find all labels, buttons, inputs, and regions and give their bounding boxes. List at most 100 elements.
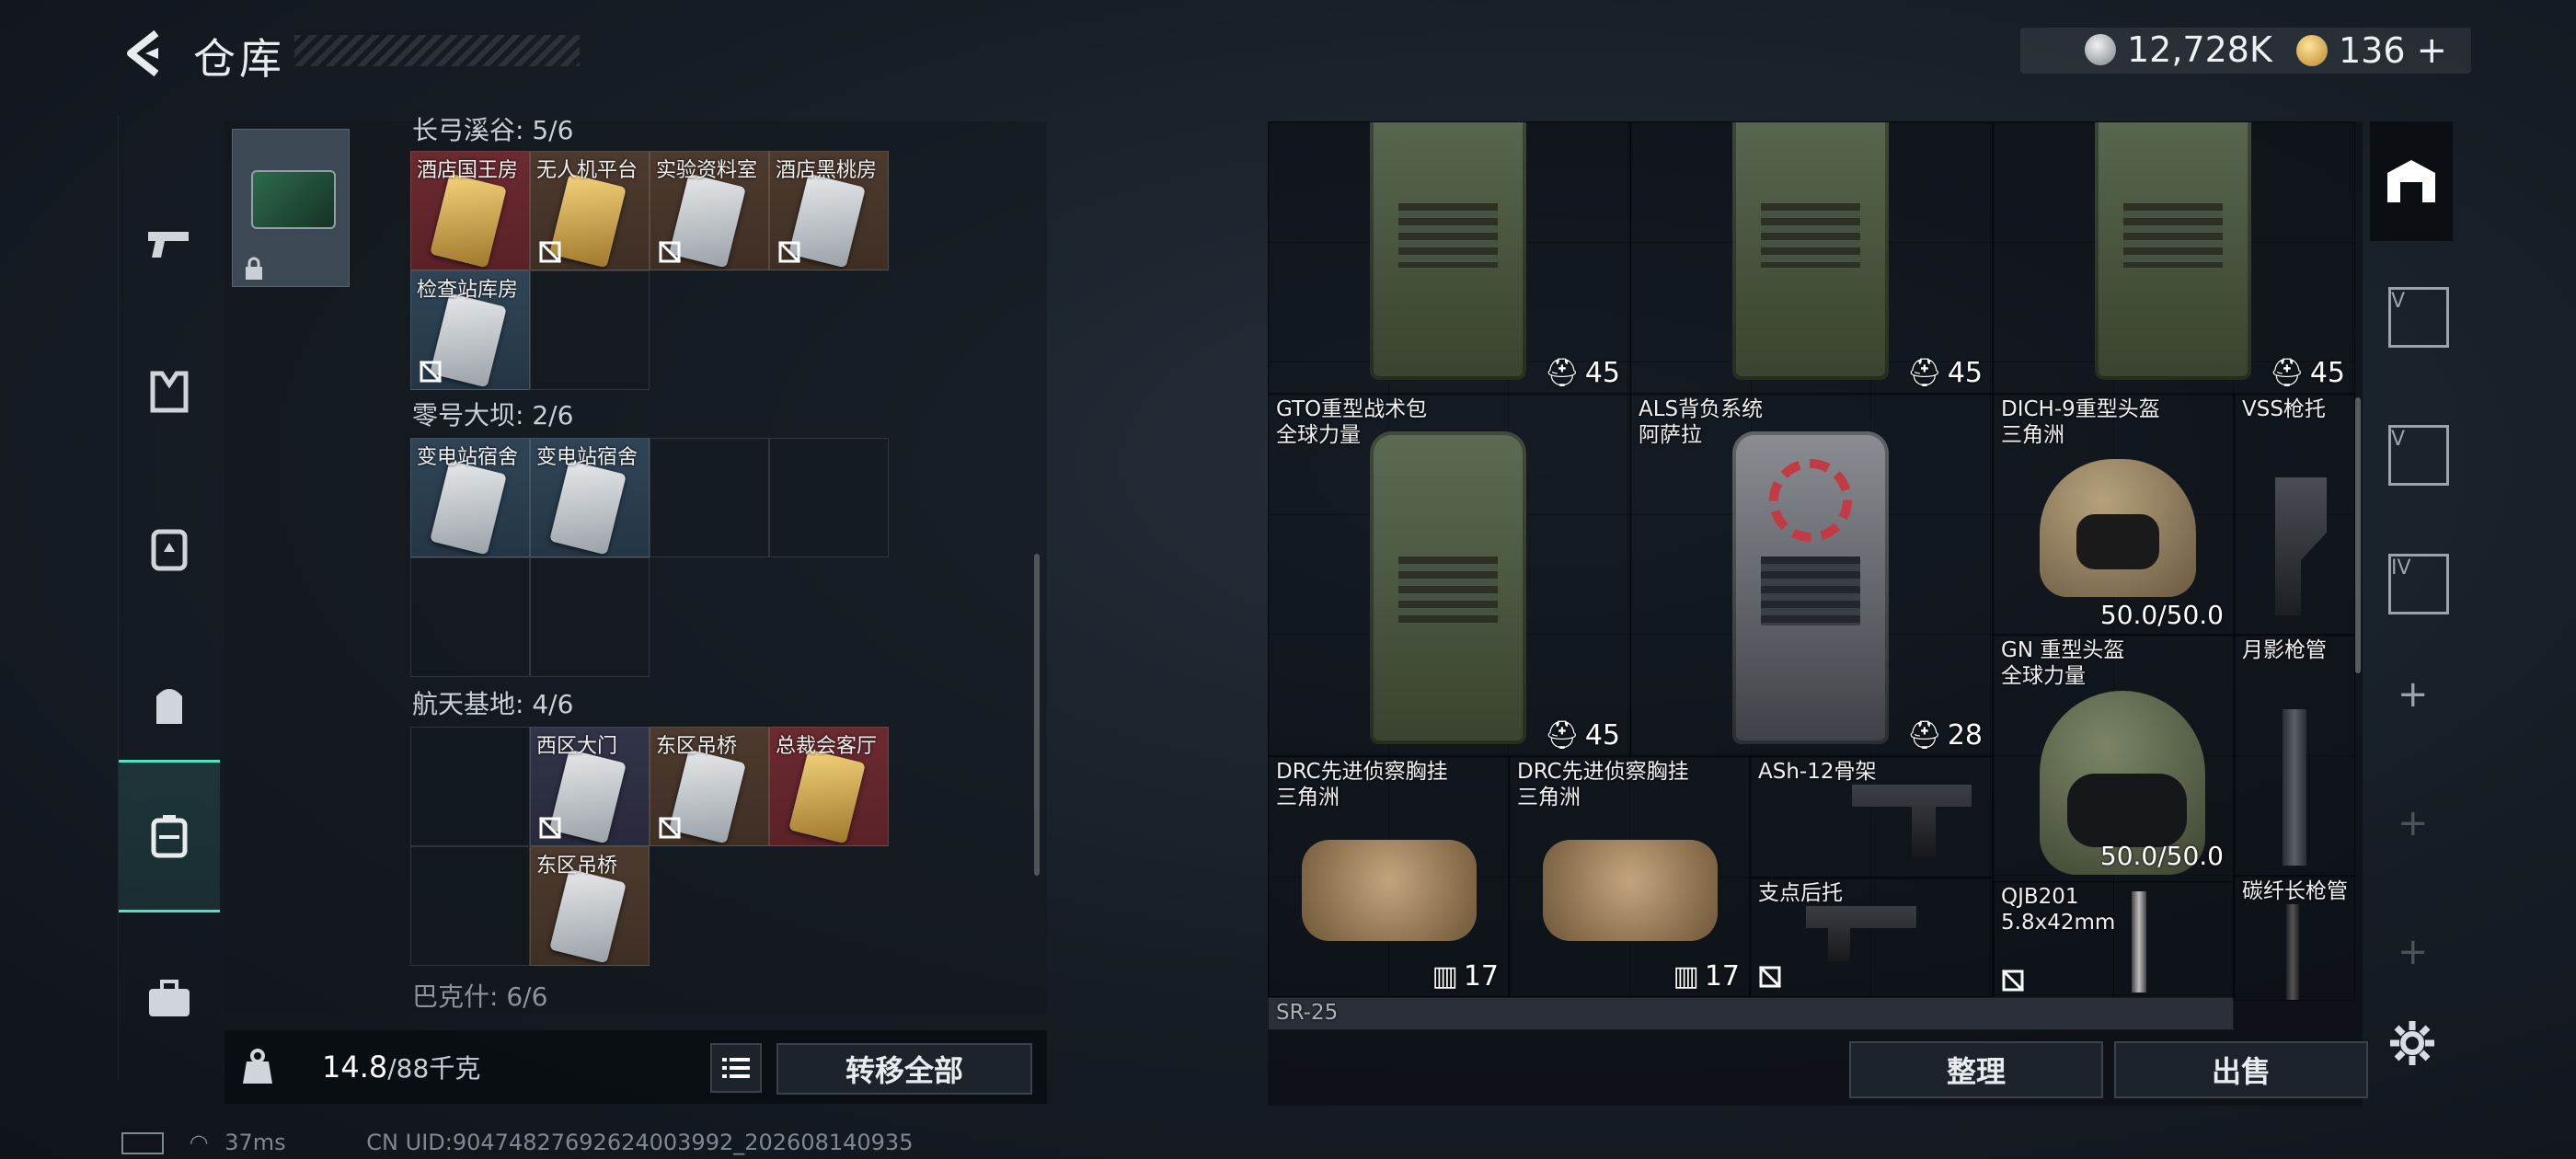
helmet-image [2040,459,2196,597]
sidebar-item-weapons[interactable] [119,171,220,318]
no-backpack-icon [538,240,562,264]
item-backpack[interactable]: ⛑ 45 [1630,121,1993,394]
vest-capacity-icon: ▥ [1673,960,1699,993]
gold-amount: 136 [2339,30,2406,71]
item-backpack[interactable]: ⛑ 45 [1268,121,1630,394]
item-count: ⛑ 45 [1906,357,1983,389]
settings-gear-icon[interactable] [2388,1019,2436,1067]
key-slot[interactable]: 东区吊桥 [530,846,650,966]
add-gold-button[interactable]: + [2417,29,2448,72]
status-bar: ◠ 37ms CN UID:904748276926240039​92_2026… [121,1130,913,1155]
warehouse-icon [2387,160,2435,202]
keycard-container[interactable] [232,129,350,287]
empty-slot[interactable] [530,557,650,677]
sort-button[interactable]: 整理 [1849,1041,2103,1098]
item-carbon-barrel[interactable]: 碳纤长枪管 [2234,876,2355,1001]
item-name: DICH-9重型头盔 三角洲 [2001,397,2160,447]
capacity-icon: ⛑ [1544,719,1580,752]
key-slot[interactable]: 实验资料室 [650,151,769,270]
storage-case-icon [151,815,188,858]
tier-v-icon: V [2391,428,2406,451]
key-slot[interactable]: 酒店国王房 [410,151,530,270]
keycard-icon [430,173,507,269]
silver-coin-icon [2085,34,2116,65]
item-name: 碳纤长枪管 [2242,879,2348,903]
tab-main-storage[interactable] [2370,121,2453,241]
key-room-panel: 长弓溪谷: 5/6 酒店国王房 无人机平台 实验资料室 酒店黑桃房 检查站库房 … [224,115,1047,1014]
gold-currency[interactable]: 136 + [2296,29,2447,72]
item-drc-chest-rig[interactable]: DRC先进侦察胸挂 三角洲 ▥ 17 [1268,756,1509,997]
backpack-image [1732,431,1889,744]
no-backpack-icon [1758,965,1782,989]
empty-slot[interactable] [650,438,769,557]
item-durability: 50.0/50.0 [2099,600,2224,630]
key-slot[interactable]: 总裁会客厅 [769,727,889,846]
empty-slot[interactable] [410,727,530,846]
sidebar-item-storage[interactable] [119,760,220,912]
item-vss-stock[interactable]: VSS枪托 [2234,394,2355,635]
briefcase-icon [149,980,190,1016]
title-decoration [294,35,580,66]
item-name: GN 重型头盔 全球力量 [2001,638,2125,688]
no-backpack-icon [658,240,682,264]
barrel-image [2283,709,2306,866]
item-gto-backpack[interactable]: GTO重型战术包 全球力量 ⛑ 45 [1268,394,1630,756]
no-backpack-icon [538,816,562,840]
add-storage-tab-button[interactable]: + [2398,673,2429,716]
key-slot[interactable]: 东区吊桥 [650,727,769,846]
key-slot[interactable]: 西区大门 [530,727,650,846]
key-slot[interactable]: 酒店黑桃房 [769,151,889,270]
wifi-icon: ◠ [189,1130,209,1155]
sell-button[interactable]: 出售 [2114,1041,2368,1098]
chest-rig-image [1543,840,1718,941]
tab-storage-v[interactable]: V [2388,287,2449,348]
chest-rig-image [1302,840,1477,941]
item-ash12-frame[interactable]: ASh-12骨架 [1750,756,1993,878]
item-name: QJB201 5.8x42mm [2001,885,2116,935]
gold-coin-icon [2296,35,2328,66]
tab-storage-iv[interactable]: IV [2388,554,2449,614]
item-count: ▥ 17 [1673,960,1740,993]
list-view-button[interactable] [710,1043,762,1093]
empty-slot[interactable] [530,270,650,390]
empty-slot[interactable] [410,557,530,677]
weight-icon [243,1049,272,1084]
item-als-backpack[interactable]: ALS背负系统 阿萨拉 ⛑ 28 [1630,394,1993,756]
empty-slot[interactable] [769,438,889,557]
scrollbar[interactable] [2355,397,2361,673]
empty-slot[interactable] [410,846,530,966]
item-name: 月影枪管 [2242,638,2327,662]
sidebar-item-backpack[interactable] [119,631,220,778]
keycard-case-icon [251,170,336,229]
key-slot[interactable]: 变电站宿舍 [530,438,650,557]
section-title-bakhsh: 巴克什: 6/6 [412,981,548,1012]
item-name: ALS背负系统 阿萨拉 [1639,397,1764,447]
item-name: SR-25 [1276,1001,1339,1025]
sidebar-item-armor[interactable] [119,475,220,622]
item-barrel[interactable]: 月影枪管 [2234,635,2355,876]
sidebar-item-case[interactable] [119,925,220,1073]
item-name: GTO重型战术包 全球力量 [1276,397,1428,447]
sidebar-item-vest[interactable] [119,318,220,465]
back-arrow-icon[interactable] [118,26,173,81]
item-fulcrum-stock[interactable]: 支点后托 [1750,878,1993,997]
list-icon [722,1058,750,1078]
item-name: VSS枪托 [2242,397,2326,421]
add-storage-tab-button[interactable]: + [2398,802,2429,844]
item-drc-chest-rig[interactable]: DRC先进侦察胸挂 三角洲 ▥ 17 [1509,756,1750,997]
capacity-icon: ⛑ [1544,357,1580,389]
item-sr25[interactable]: SR-25 [1268,997,2234,1030]
transfer-all-button[interactable]: 转移全部 [776,1043,1032,1095]
ping-text: 37ms [224,1130,286,1155]
key-slot[interactable]: 变电站宿舍 [410,438,530,557]
add-storage-tab-button[interactable]: + [2398,931,2429,973]
item-qjb201-ammo[interactable]: QJB201 5.8x42mm [1993,881,2234,1001]
capacity-icon: ⛑ [1906,357,1942,389]
item-dich9-helmet[interactable]: DICH-9重型头盔 三角洲 50.0/50.0 [1993,394,2234,635]
silver-currency: 12,728K [2085,29,2272,70]
scrollbar[interactable] [1034,554,1040,876]
key-slot[interactable]: 无人机平台 [530,151,650,270]
key-slot[interactable]: 检查站库房 [410,270,530,390]
item-backpack[interactable]: ⛑ 45 [1993,121,2355,394]
tab-storage-v2[interactable]: V [2388,425,2449,486]
